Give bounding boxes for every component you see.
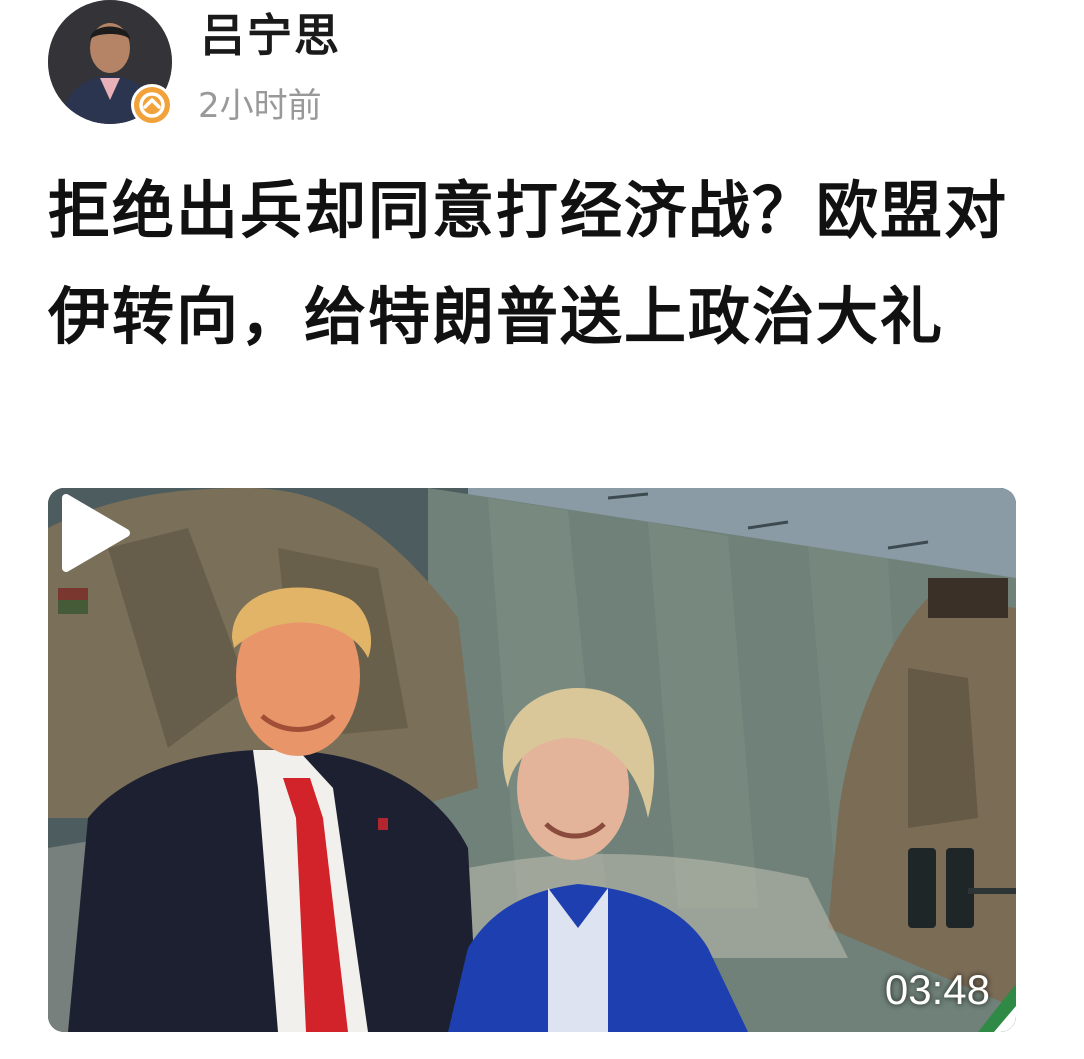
video-thumbnail	[48, 488, 1016, 1032]
verified-badge-icon	[131, 84, 173, 126]
post-title[interactable]: 拒绝出兵却同意打经济战？欧盟对伊转向，给特朗普送上政治大礼	[48, 158, 1008, 370]
play-icon[interactable]	[48, 488, 138, 578]
video-player[interactable]: 03:48	[48, 488, 1016, 1032]
author-name[interactable]: 吕宁思	[200, 10, 341, 62]
video-duration: 03:48	[884, 966, 990, 1013]
post-timestamp: 2小时前	[198, 86, 322, 126]
post-header: 吕宁思 2小时前	[48, 0, 1048, 130]
